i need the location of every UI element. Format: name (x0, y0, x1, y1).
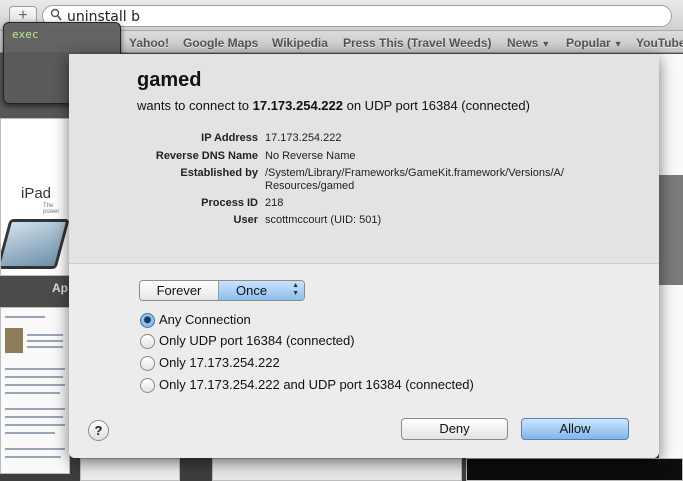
process-id-label: Process ID (201, 197, 258, 209)
user-label: User (233, 214, 258, 226)
help-button[interactable]: ? (88, 420, 109, 441)
user-value: scottmccourt (UID: 501) (265, 214, 382, 226)
thumbnail-heading: iPad (21, 185, 52, 202)
dialog-info-panel: gamed wants to connect to 17.173.254.222… (69, 54, 659, 264)
established-by-value-line2: Resources/gamed (265, 180, 355, 192)
bookmark-news-menu[interactable]: News ▼ (507, 36, 550, 50)
bookmark-google-maps[interactable]: Google Maps (183, 36, 258, 50)
exec-hud-title: exec (12, 28, 39, 41)
allow-button[interactable]: Allow (521, 418, 629, 440)
duration-once-label: Once (236, 283, 268, 298)
radio-button[interactable] (140, 378, 155, 393)
scope-option-label: Only 17.173.254.222 and UDP port 16384 (… (159, 377, 474, 392)
bookmark-yahoo[interactable]: Yahoo! (129, 36, 169, 50)
established-by-value-line1: /System/Library/Frameworks/GameKit.frame… (265, 167, 564, 179)
ipad-image (1, 219, 69, 269)
top-site-thumbnail-apple[interactable]: iPad The power (0, 118, 70, 276)
chevron-down-icon: ▼ (613, 39, 623, 49)
bookmark-wikipedia[interactable]: Wikipedia (272, 36, 328, 50)
radio-button-selected[interactable] (140, 313, 155, 328)
duration-once-popup[interactable]: Once ▲ ▼ (219, 281, 304, 300)
top-site-label: Ap (52, 281, 68, 295)
radio-button[interactable] (140, 334, 155, 349)
top-site-thumbnail[interactable] (659, 175, 683, 285)
bookmark-press-this[interactable]: Press This (Travel Weeds) (343, 36, 492, 50)
duration-forever-segment[interactable]: Forever (140, 281, 219, 300)
app-name: gamed (137, 69, 202, 91)
scope-option-label: Only 17.173.254.222 (159, 355, 280, 370)
top-site-thumbnail[interactable] (212, 458, 462, 481)
process-id-value: 218 (265, 197, 284, 209)
established-by-label: Established by (180, 167, 258, 179)
deny-button[interactable]: Deny (401, 418, 508, 440)
connection-summary: wants to connect to 17.173.254.222 on UD… (137, 98, 530, 113)
top-site-thumbnail[interactable] (80, 458, 180, 481)
thumbnail-image (5, 328, 23, 353)
chevron-down-icon: ▼ (541, 39, 551, 49)
bookmark-youtube[interactable]: YouTube (636, 36, 683, 50)
search-icon (50, 8, 62, 21)
thumbnail-subheading: The power (43, 203, 60, 215)
scope-option-label: Any Connection (159, 312, 251, 327)
up-down-arrows-icon: ▲ ▼ (292, 282, 299, 297)
radio-button[interactable] (140, 356, 155, 371)
ip-address-label: IP Address (201, 132, 258, 144)
duration-segmented-control: Forever Once ▲ ▼ (139, 280, 305, 301)
top-site-thumbnail[interactable] (466, 458, 683, 481)
top-site-thumbnail-wikipedia[interactable] (0, 307, 70, 474)
reverse-dns-value: No Reverse Name (265, 150, 356, 162)
reverse-dns-label: Reverse DNS Name (155, 150, 258, 162)
bookmark-popular-menu[interactable]: Popular ▼ (566, 36, 623, 50)
connection-alert-dialog: gamed wants to connect to 17.173.254.222… (69, 54, 659, 458)
scope-option-label: Only UDP port 16384 (connected) (159, 333, 355, 348)
ip-address-value: 17.173.254.222 (265, 132, 342, 144)
